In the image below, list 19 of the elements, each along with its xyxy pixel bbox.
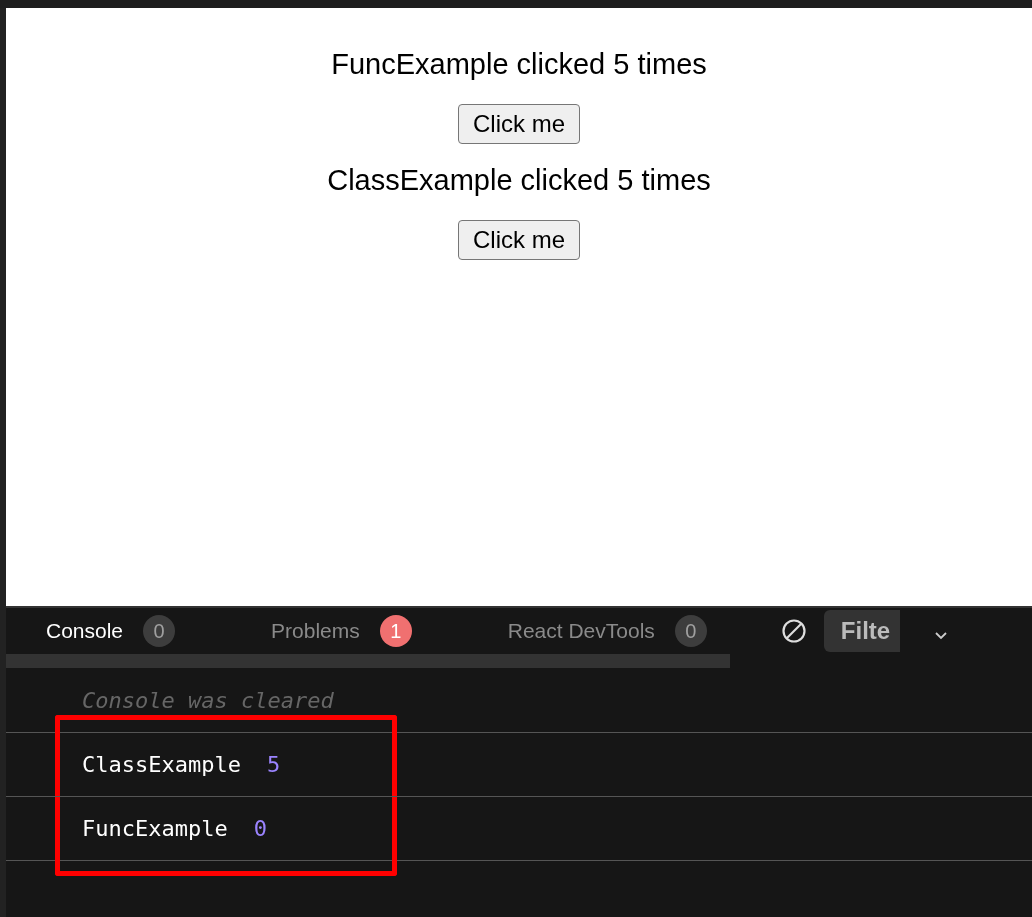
click-count-heading: FuncExample clicked 5 times: [331, 47, 707, 82]
console-cleared-message: Console was cleared: [82, 686, 334, 715]
click-button[interactable]: Click me: [458, 220, 580, 260]
click-button[interactable]: Click me: [458, 104, 580, 144]
panel-tab[interactable]: Problems: [271, 615, 360, 647]
log-value: 5: [266, 751, 281, 779]
horizontal-scrollbar[interactable]: [6, 654, 730, 668]
clear-icon[interactable]: [780, 618, 807, 644]
log-label: ClassExample: [82, 751, 241, 779]
log-label: FuncExample: [82, 815, 228, 843]
count-badge: 1: [379, 615, 412, 647]
filter-field[interactable]: Filte: [823, 610, 900, 652]
panel-tab[interactable]: React DevTools: [507, 615, 655, 647]
chevron-down-icon[interactable]: [933, 631, 948, 641]
panel-tab[interactable]: Console: [46, 615, 124, 647]
count-badge: 0: [674, 615, 707, 647]
log-value: 0: [253, 815, 267, 843]
click-count-heading: ClassExample clicked 5 times: [327, 163, 711, 198]
count-badge: 0: [143, 615, 176, 647]
